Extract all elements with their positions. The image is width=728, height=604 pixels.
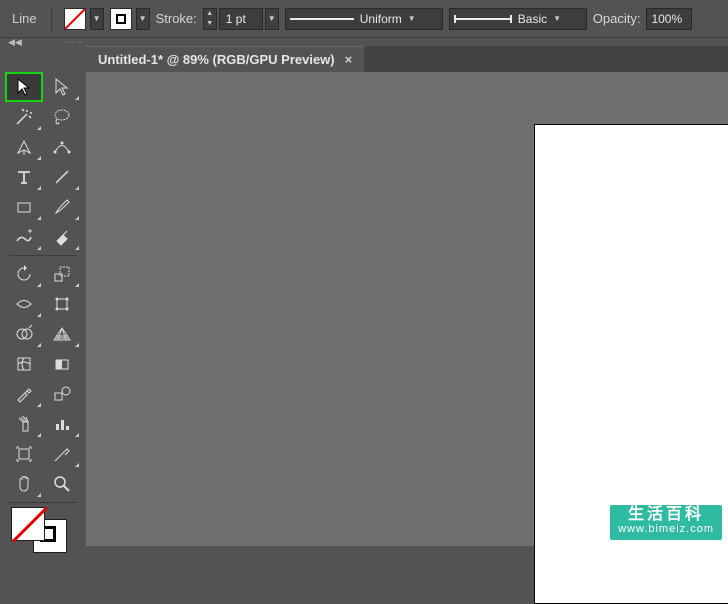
magic-wand-tool[interactable] [5,102,43,132]
fill-stroke-swatches[interactable] [11,507,71,553]
stroke-weight-input[interactable]: 1 pt [219,8,263,30]
uniform-line-icon [290,18,354,20]
curvature-tool[interactable] [43,132,81,162]
perspective-grid-tool[interactable] [43,319,81,349]
tools-panel [5,72,81,553]
pen-tool[interactable] [5,132,43,162]
collapse-panel-icon[interactable]: ◀◀ [0,37,30,48]
stroke-weight-stepper[interactable]: ▲▼ [203,8,217,30]
chevron-down-icon: ▼ [408,8,416,30]
fill-swatch-group: ▼ [64,8,104,30]
stroke-label: Stroke: [156,11,197,26]
gradient-tool[interactable] [43,349,81,379]
shape-builder-tool[interactable] [5,319,43,349]
stroke-dropdown[interactable]: ▼ [136,8,150,30]
document-tab[interactable]: Untitled-1* @ 89% (RGB/GPU Preview) × [86,46,364,72]
control-bar: Line ▼ ▼ Stroke: ▲▼ 1 pt ▼ Uniform ▼ Bas… [0,0,728,38]
stroke-weight-control: ▲▼ 1 pt ▼ [203,8,279,30]
fill-swatch[interactable] [64,8,86,30]
eyedropper-tool[interactable] [5,379,43,409]
zoom-tool[interactable] [43,469,81,499]
direct-selection-tool[interactable] [43,72,81,102]
type-tool[interactable] [5,162,43,192]
selection-tool[interactable] [5,72,43,102]
brush-basic-label: Basic [518,12,547,26]
watermark-url: www.bimeiz.com [618,522,714,536]
watermark: 生活百科 www.bimeiz.com [610,505,722,540]
stroke-weight-dropdown[interactable]: ▼ [265,8,279,30]
column-graph-tool[interactable] [43,409,81,439]
rotate-tool[interactable] [5,259,43,289]
document-tab-title: Untitled-1* @ 89% (RGB/GPU Preview) [98,52,335,67]
free-transform-tool[interactable] [43,289,81,319]
active-tool-label: Line [6,11,39,26]
shaper-tool[interactable] [5,222,43,252]
watermark-title: 生活百科 [618,508,714,522]
opacity-input[interactable]: 100% [646,8,692,30]
width-tool[interactable] [5,289,43,319]
symbol-sprayer-tool[interactable] [5,409,43,439]
canvas-area[interactable] [86,72,728,546]
brush-definition[interactable]: Basic ▼ [449,8,587,30]
chevron-down-icon: ▼ [553,8,561,30]
divider [51,6,52,32]
fill-dropdown[interactable]: ▼ [90,8,104,30]
stroke-icon [116,14,126,24]
eraser-tool[interactable] [43,222,81,252]
hand-tool[interactable] [5,469,43,499]
blend-tool[interactable] [43,379,81,409]
mesh-tool[interactable] [5,349,43,379]
basic-brush-icon [454,18,512,20]
lasso-tool[interactable] [43,102,81,132]
close-tab-icon[interactable]: × [345,52,353,67]
stroke-swatch-group: ▼ [110,8,150,30]
rectangle-tool[interactable] [5,192,43,222]
line-segment-tool[interactable] [43,162,81,192]
paintbrush-tool[interactable] [43,192,81,222]
panel-grip-row: ◀◀ ┉┉┉ [0,38,728,46]
document-tab-bar: Untitled-1* @ 89% (RGB/GPU Preview) × [86,46,728,72]
opacity-label: Opacity: [593,11,641,26]
profile-uniform-label: Uniform [360,12,402,26]
grip-dots-icon: ┉┉┉ [64,38,84,47]
none-fill-icon [64,8,85,29]
artboard-tool[interactable] [5,439,43,469]
variable-width-profile[interactable]: Uniform ▼ [285,8,443,30]
none-fill-icon [12,507,48,543]
slice-tool[interactable] [43,439,81,469]
fill-color-swatch[interactable] [11,507,45,541]
stroke-swatch[interactable] [110,8,132,30]
scale-tool[interactable] [43,259,81,289]
